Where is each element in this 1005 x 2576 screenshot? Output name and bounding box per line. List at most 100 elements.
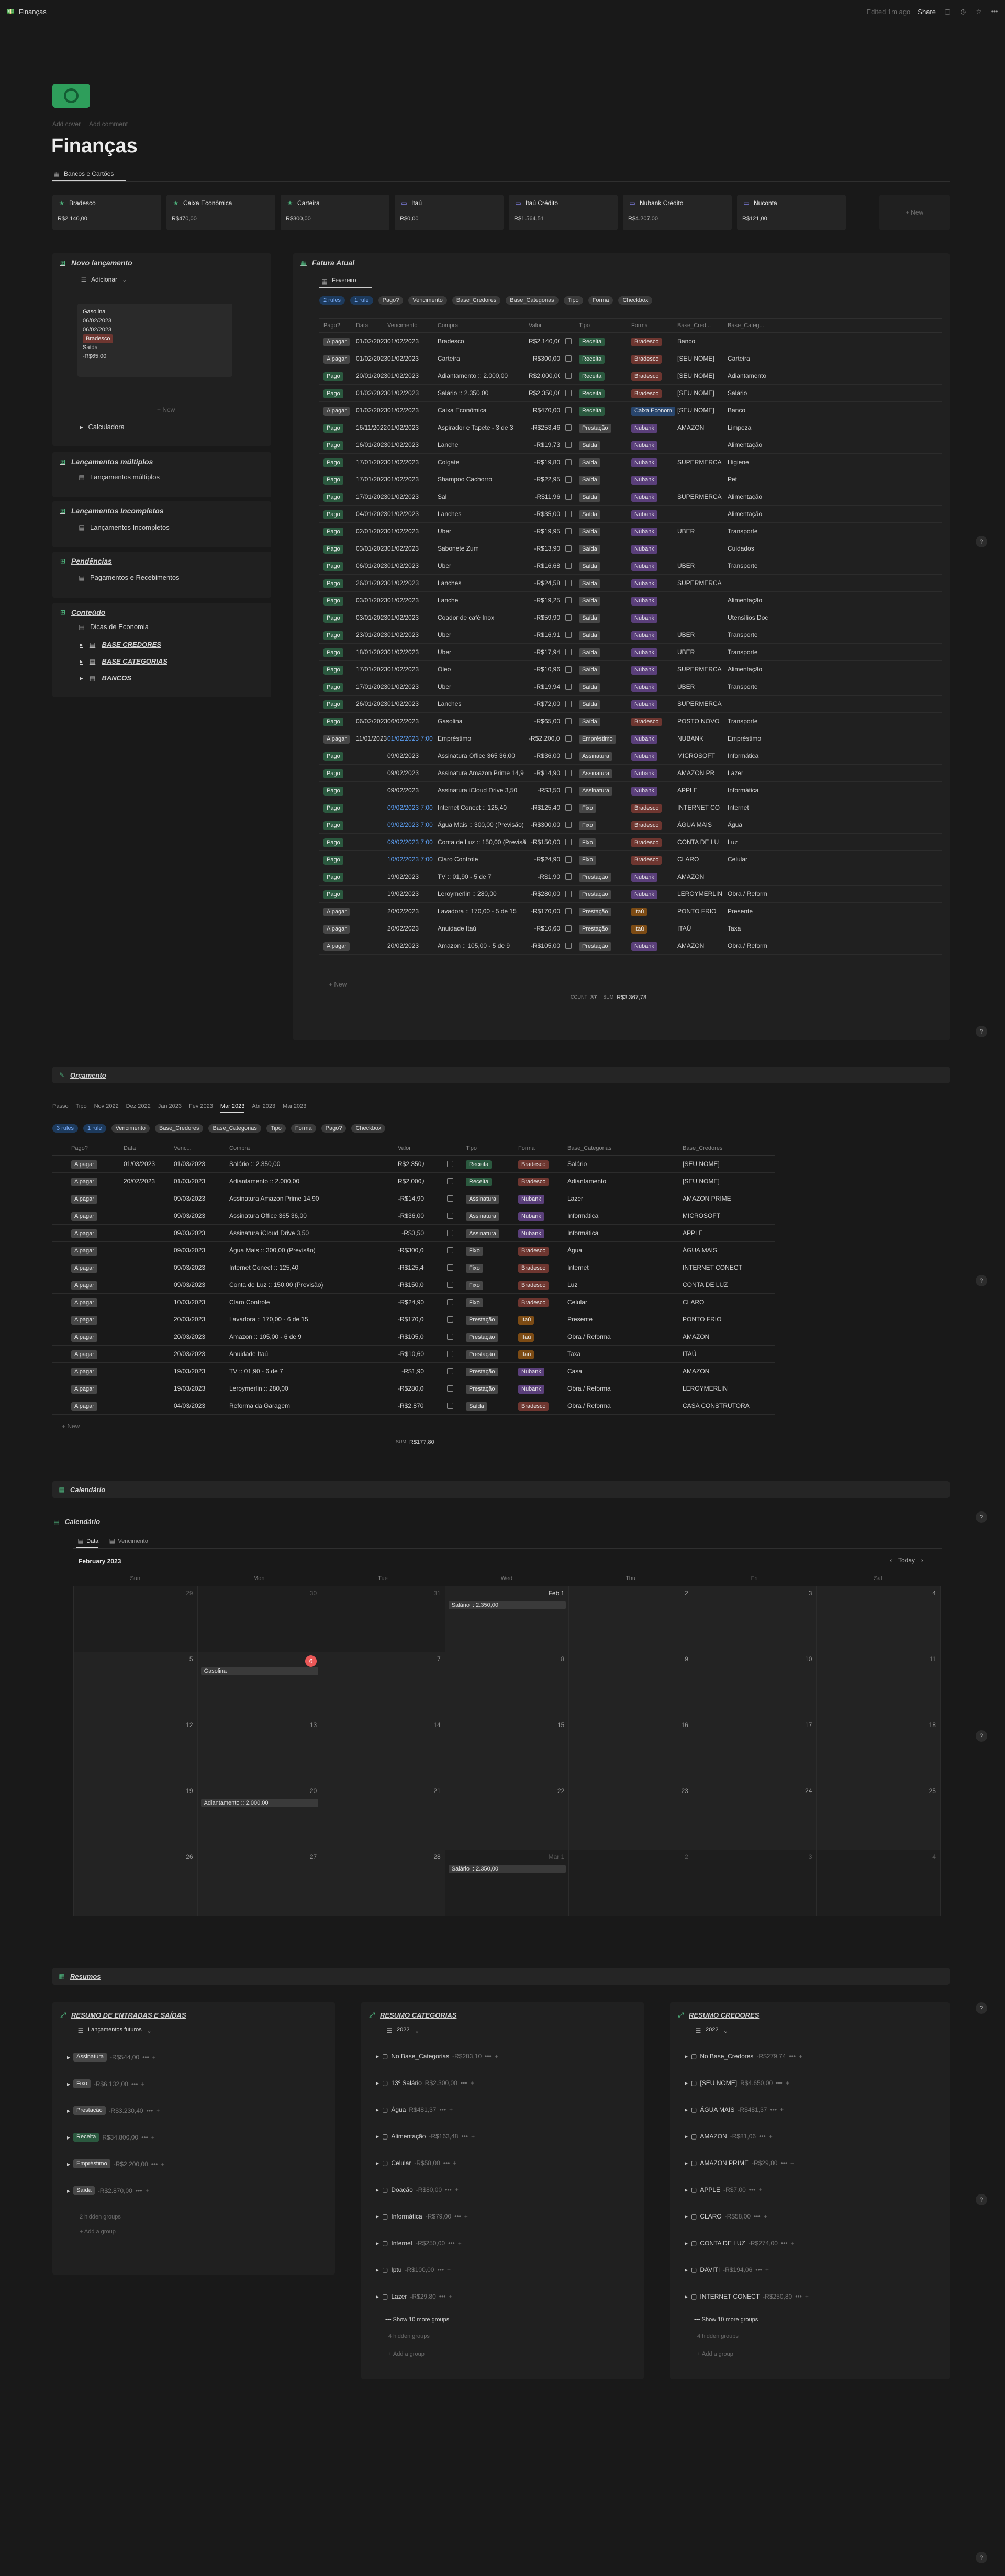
- summary-group[interactable]: ▸ ▢ Lazer -R$29,80 ••• +: [376, 2293, 452, 2300]
- more-icon[interactable]: •••: [759, 2133, 766, 2140]
- checkbox[interactable]: [447, 1230, 453, 1236]
- checkbox[interactable]: [565, 770, 572, 776]
- more-icon[interactable]: •••: [142, 2054, 149, 2061]
- table-row[interactable]: A pagar 20/03/2023 Amazon :: 105,00 - 6 de…: [52, 1328, 775, 1346]
- checkbox[interactable]: [565, 528, 572, 534]
- checkbox[interactable]: [565, 891, 572, 897]
- calendar-day[interactable]: 9: [569, 1652, 693, 1718]
- entradas-hidden-groups[interactable]: 2 hidden groups: [80, 2214, 121, 2220]
- accounts-new-button[interactable]: + New: [879, 195, 950, 230]
- table-row[interactable]: Pago 09/02/2023 7:00 Internet Conect :: 12…: [319, 799, 942, 816]
- summary-group[interactable]: ▸ ▢ ÁGUA MAIS -R$481,37 ••• +: [685, 2106, 784, 2113]
- calendar-day[interactable]: 18: [817, 1718, 941, 1784]
- column-header[interactable]: Forma: [631, 322, 675, 329]
- categorias-add-group[interactable]: + Add a group: [388, 2351, 425, 2357]
- history-icon[interactable]: ◷: [959, 7, 967, 16]
- orc-filter-chip[interactable]: Tipo: [266, 1124, 286, 1133]
- calendario-title[interactable]: Calendário: [70, 1486, 105, 1494]
- fatura-new-button[interactable]: + New: [329, 981, 347, 988]
- checkbox[interactable]: [565, 753, 572, 759]
- table-row[interactable]: Pago 01/02/2023 01/02/2023 Salário :: 2.350…: [319, 385, 942, 402]
- summary-group[interactable]: ▸ Prestação -R$3.230,40 ••• +: [67, 2106, 160, 2115]
- add-icon[interactable]: +: [780, 2106, 784, 2113]
- filter-rules-1[interactable]: 2 rules: [319, 296, 345, 305]
- calendar-event[interactable]: Salário :: 2.350,00: [448, 1601, 566, 1609]
- orcamento-new-button[interactable]: + New: [62, 1423, 80, 1430]
- checkbox[interactable]: [447, 1178, 453, 1184]
- checkbox[interactable]: [565, 943, 572, 949]
- filter-chip[interactable]: Checkbox: [618, 296, 653, 305]
- account-card[interactable]: ★ Caixa Econômica R$470,00: [166, 195, 275, 230]
- checkbox[interactable]: [447, 1264, 453, 1271]
- calendar-day[interactable]: 22: [445, 1784, 570, 1850]
- table-row[interactable]: A pagar 20/02/2023 Lavadora :: 170,00 - 5 …: [319, 903, 942, 920]
- calendar-day[interactable]: 16: [569, 1718, 693, 1784]
- table-row[interactable]: Pago 17/01/2023 01/02/2023 Shampoo Cachorro…: [319, 471, 942, 488]
- checkbox[interactable]: [565, 390, 572, 396]
- column-header[interactable]: Base_Categorias: [567, 1145, 677, 1151]
- categorias-view[interactable]: 2022: [397, 2026, 409, 2035]
- summary-group[interactable]: ▸ Fixo -R$6.132,00 ••• +: [67, 2079, 144, 2088]
- table-row[interactable]: Pago 02/01/2023 01/02/2023 Uber -R$19,95 Saíd…: [319, 523, 942, 540]
- summary-group[interactable]: ▸ ▢ Informática -R$79,00 ••• +: [376, 2213, 468, 2220]
- table-row[interactable]: Pago 09/02/2023 7:00 Água Mais :: 300,00 (…: [319, 816, 942, 834]
- table-row[interactable]: A pagar 04/03/2023 Reforma da Garagem -R$2.…: [52, 1397, 775, 1415]
- checkbox[interactable]: [565, 684, 572, 690]
- resumo-entradas-title[interactable]: RESUMO DE ENTRADAS E SAÍDAS: [71, 2011, 186, 2019]
- orc-filter-chip[interactable]: Base_Categorias: [208, 1124, 261, 1133]
- checkbox[interactable]: [565, 494, 572, 500]
- table-row[interactable]: Pago 23/01/2023 01/02/2023 Uber -R$16,91 Saíd…: [319, 626, 942, 644]
- table-row[interactable]: A pagar 09/03/2023 Conta de Luz :: 150,00 …: [52, 1276, 775, 1294]
- help-button[interactable]: ?: [976, 1511, 987, 1523]
- add-icon[interactable]: +: [790, 2159, 794, 2167]
- table-row[interactable]: Pago 09/02/2023 Assinatura Office 365 36,0…: [319, 747, 942, 765]
- more-icon[interactable]: •••: [770, 2106, 777, 2113]
- checkbox[interactable]: [565, 701, 572, 707]
- calendar-day[interactable]: 24: [693, 1784, 817, 1850]
- add-icon[interactable]: +: [453, 2159, 456, 2167]
- checkbox[interactable]: [565, 666, 572, 673]
- column-header[interactable]: Base_Cred...: [677, 322, 725, 329]
- filter-chip[interactable]: Tipo: [563, 296, 583, 305]
- orc-filter-chip[interactable]: Pago?: [321, 1124, 347, 1133]
- summary-group[interactable]: ▸ ▢ Iptu -R$100,00 ••• +: [376, 2266, 451, 2273]
- column-header[interactable]: Base_Credores: [683, 1145, 766, 1151]
- orc-tab[interactable]: Dez 2022: [126, 1103, 151, 1113]
- add-icon[interactable]: +: [805, 2293, 809, 2300]
- column-header[interactable]: Base_Categ...: [728, 322, 780, 329]
- filter-chip[interactable]: Vencimento: [408, 296, 447, 305]
- add-icon[interactable]: +: [495, 2053, 498, 2060]
- table-row[interactable]: Pago 03/01/2023 01/02/2023 Coador de café I…: [319, 609, 942, 626]
- table-row[interactable]: Pago 20/01/2023 01/02/2023 Adiantamento :: …: [319, 367, 942, 385]
- more-icon[interactable]: •••: [461, 2079, 467, 2087]
- filter-rules-2[interactable]: 1 rule: [350, 296, 373, 305]
- more-icon[interactable]: •••: [454, 2213, 461, 2220]
- checkbox[interactable]: [565, 856, 572, 863]
- credores-add-group[interactable]: + Add a group: [697, 2351, 733, 2357]
- table-row[interactable]: Pago 19/02/2023 TV :: 01,90 - 5 de 7 -R$1,9…: [319, 868, 942, 886]
- add-icon[interactable]: +: [769, 2133, 773, 2140]
- table-row[interactable]: A pagar 19/03/2023 Leroymerlin :: 280,00 -R…: [52, 1380, 775, 1397]
- add-icon[interactable]: +: [455, 2186, 459, 2193]
- add-icon[interactable]: +: [141, 2080, 144, 2088]
- checkbox[interactable]: [565, 873, 572, 880]
- checkbox[interactable]: [447, 1282, 453, 1288]
- add-cover-button[interactable]: Add cover: [52, 120, 81, 128]
- calendar-day[interactable]: 8: [445, 1652, 570, 1718]
- table-row[interactable]: A pagar 09/03/2023 Internet Conect :: 125,…: [52, 1259, 775, 1276]
- checkbox[interactable]: [447, 1385, 453, 1392]
- table-row[interactable]: A pagar 09/03/2023 Assinatura iCloud Drive…: [52, 1225, 775, 1242]
- page-emoji[interactable]: [52, 84, 90, 108]
- prev-month-icon[interactable]: ‹: [890, 1556, 892, 1564]
- add-icon[interactable]: +: [758, 2186, 762, 2193]
- calendar-day[interactable]: 2: [569, 1586, 693, 1652]
- novo-new-button[interactable]: + New: [157, 406, 175, 413]
- checkbox[interactable]: [565, 632, 572, 638]
- table-row[interactable]: Pago 17/01/2023 01/02/2023 Uber -R$19,94 Saíd…: [319, 678, 942, 696]
- checkbox[interactable]: [565, 822, 572, 828]
- credores-hidden-groups[interactable]: 4 hidden groups: [697, 2333, 739, 2339]
- resumo-credores-title[interactable]: RESUMO CREDORES: [689, 2011, 759, 2019]
- entradas-view[interactable]: Lançamentos futuros: [88, 2026, 142, 2035]
- table-row[interactable]: A pagar 09/03/2023 Assinatura Amazon Prime…: [52, 1190, 775, 1207]
- calendar-day[interactable]: 7: [321, 1652, 445, 1718]
